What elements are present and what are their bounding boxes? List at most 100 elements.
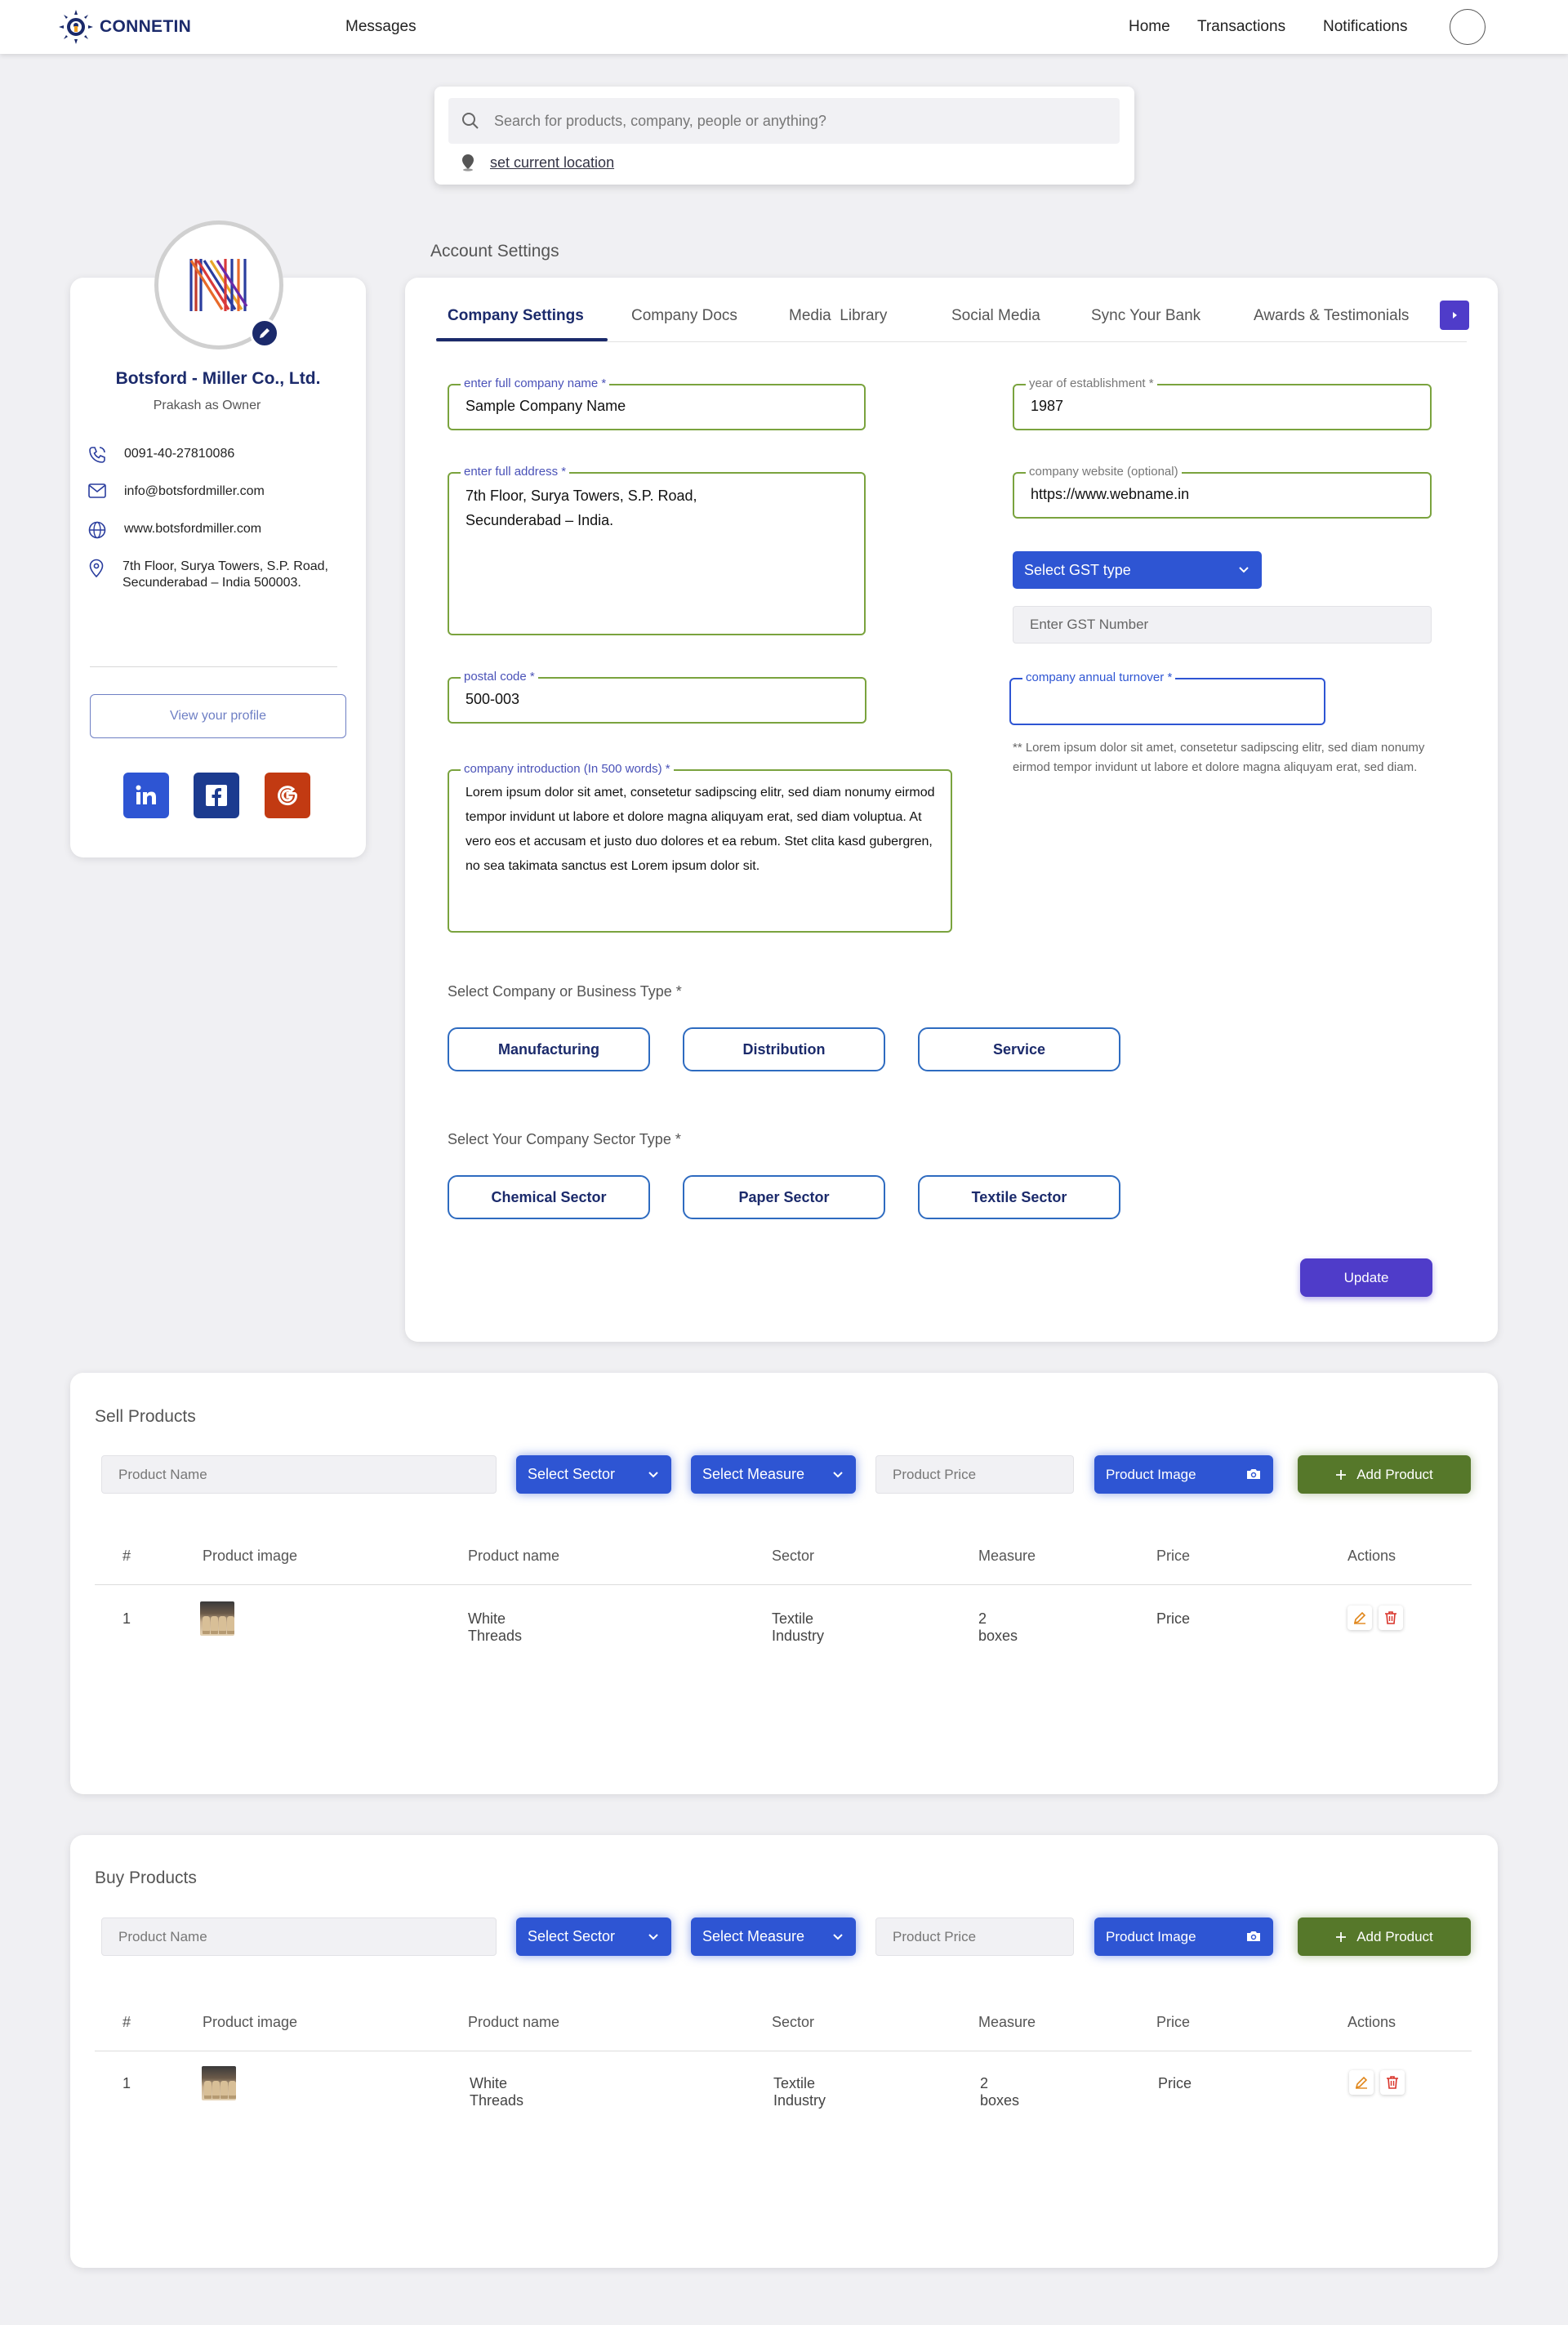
- plus-icon: [1336, 1931, 1347, 1942]
- linkedin-button[interactable]: [123, 773, 169, 818]
- profile-phone: 0091-40-27810086: [88, 446, 234, 464]
- buy-product-image-button[interactable]: Product Image: [1094, 1917, 1273, 1956]
- annual-turnover-field[interactable]: company annual turnover *: [1009, 670, 1325, 725]
- sell-select-sector-label: Select Sector: [528, 1466, 616, 1482]
- buy-row-number: 1: [122, 2075, 131, 2091]
- tab-company-docs[interactable]: Company Docs: [631, 307, 737, 325]
- sell-select-measure-label: Select Measure: [702, 1466, 805, 1482]
- sell-add-product-button[interactable]: Add Product: [1298, 1455, 1471, 1494]
- chevron-right-icon: [1453, 312, 1457, 318]
- gst-type-select[interactable]: Select GST type: [1013, 551, 1262, 589]
- linkedin-icon: [136, 785, 156, 804]
- phone-text: 0091-40-27810086: [124, 447, 235, 461]
- buy-select-measure[interactable]: Select Measure: [691, 1917, 856, 1956]
- profile-email: info@botsfordmiller.com: [88, 483, 265, 500]
- tab-awards-testimonials[interactable]: Awards & Testimonials: [1254, 307, 1409, 325]
- user-avatar[interactable]: [1450, 9, 1486, 45]
- sell-product-image-label: Product Image: [1106, 1466, 1196, 1482]
- address-field[interactable]: enter full address * 7th Floor, Surya To…: [448, 465, 866, 635]
- update-button[interactable]: Update: [1300, 1258, 1432, 1297]
- buy-header-measure: Measure: [978, 2014, 1036, 2030]
- buy-products-title: Buy Products: [95, 1868, 197, 1887]
- sell-row-delete-button[interactable]: [1379, 1606, 1403, 1630]
- facebook-button[interactable]: [194, 773, 239, 818]
- sector-type-paper[interactable]: Paper Sector: [683, 1175, 885, 1219]
- buy-header-sector: Sector: [772, 2014, 815, 2030]
- sell-select-sector[interactable]: Select Sector: [516, 1455, 671, 1494]
- buy-row-edit-button[interactable]: [1349, 2070, 1374, 2095]
- tab-company-settings[interactable]: Company Settings: [448, 307, 584, 325]
- buy-add-product-button[interactable]: Add Product: [1298, 1917, 1471, 1956]
- business-type-service[interactable]: Service: [918, 1027, 1120, 1071]
- company-intro-label: company introduction (In 500 words) *: [461, 762, 674, 776]
- sell-select-measure[interactable]: Select Measure: [691, 1455, 856, 1494]
- profile-divider: [90, 666, 337, 667]
- buy-select-sector-label: Select Sector: [528, 1928, 616, 1944]
- company-intro-field[interactable]: company introduction (In 500 words) * Lo…: [448, 762, 952, 933]
- connetin-logo-icon: [59, 10, 93, 44]
- address-line-1: 7th Floor, Surya Towers, S.P. Road,: [122, 559, 328, 573]
- business-type-manufacturing[interactable]: Manufacturing: [448, 1027, 650, 1071]
- chevron-down-icon: [1239, 567, 1249, 573]
- sector-type-chemical[interactable]: Chemical Sector: [448, 1175, 650, 1219]
- tab-social-media[interactable]: Social Media: [951, 307, 1040, 325]
- nav-messages[interactable]: Messages: [345, 18, 416, 36]
- search-input[interactable]: Search for products, company, people or …: [448, 98, 1120, 144]
- address-value-line-2: Secunderabad – India.: [466, 512, 614, 528]
- company-intro-text: Lorem ipsum dolor sit amet, consetetur s…: [466, 786, 935, 873]
- view-profile-button[interactable]: View your profile: [90, 694, 346, 738]
- buy-select-sector[interactable]: Select Sector: [516, 1917, 671, 1956]
- gst-number-input[interactable]: Enter GST Number: [1013, 606, 1432, 644]
- sell-row-product-name: White Threads: [468, 1610, 523, 1644]
- buy-product-price-input[interactable]: Product Price: [875, 1917, 1074, 1956]
- google-button[interactable]: [265, 773, 310, 818]
- year-establishment-field[interactable]: year of establishment * 1987: [1013, 376, 1432, 430]
- annual-turnover-label: company annual turnover *: [1022, 670, 1176, 684]
- sell-row-sector: Textile Industry: [772, 1610, 825, 1644]
- chevron-down-icon: [833, 1934, 843, 1940]
- company-name-value: Sample Company Name: [466, 398, 626, 414]
- address-label: enter full address *: [461, 465, 570, 479]
- buy-products-card: [70, 1835, 1498, 2268]
- buy-row-product-name: White Threads: [470, 2075, 524, 2109]
- sector-type-textile[interactable]: Textile Sector: [918, 1175, 1120, 1219]
- buy-product-image-label: Product Image: [1106, 1928, 1196, 1944]
- postal-code-field[interactable]: postal code * 500-003: [448, 670, 866, 724]
- buy-row-sector: Textile Industry: [773, 2075, 826, 2109]
- company-name-field[interactable]: enter full company name * Sample Company…: [448, 376, 866, 430]
- tab-sync-bank[interactable]: Sync Your Bank: [1091, 307, 1200, 325]
- nav-notifications[interactable]: Notifications: [1323, 18, 1408, 36]
- nav-home[interactable]: Home: [1129, 18, 1170, 36]
- brand-logo[interactable]: CONNETIN: [57, 8, 191, 46]
- edit-logo-button[interactable]: [250, 318, 279, 348]
- sell-product-image-button[interactable]: Product Image: [1094, 1455, 1273, 1494]
- gst-type-value: Select GST type: [1024, 561, 1131, 578]
- location-icon: [89, 559, 104, 578]
- company-website-field[interactable]: company website (optional) https://www.w…: [1013, 465, 1432, 519]
- address-value-line-1: 7th Floor, Surya Towers, S.P. Road,: [466, 488, 697, 504]
- top-navbar: CONNETIN Messages Home Transactions Noti…: [0, 0, 1568, 54]
- business-type-distribution[interactable]: Distribution: [683, 1027, 885, 1071]
- buy-header-image: Product image: [203, 2014, 298, 2030]
- tab-scroll-right-button[interactable]: [1440, 301, 1469, 330]
- buy-product-name-input[interactable]: Product Name: [101, 1917, 497, 1956]
- trash-icon: [1385, 1611, 1396, 1624]
- email-text[interactable]: info@botsfordmiller.com: [124, 483, 265, 500]
- sell-row-edit-button[interactable]: [1348, 1606, 1372, 1630]
- company-website-value: https://www.webname.in: [1031, 486, 1190, 502]
- search-card: Search for products, company, people or …: [434, 87, 1134, 185]
- sell-products-card: [70, 1373, 1498, 1794]
- chevron-down-icon: [648, 1934, 658, 1940]
- nav-transactions[interactable]: Transactions: [1197, 18, 1285, 36]
- sell-products-title: Sell Products: [95, 1407, 196, 1426]
- tab-media-library[interactable]: Media Library: [789, 307, 887, 325]
- website-text[interactable]: www.botsfordmiller.com: [124, 521, 261, 537]
- sell-product-name-input[interactable]: Product Name: [101, 1455, 497, 1494]
- search-icon: [462, 113, 479, 129]
- set-location-link[interactable]: set current location: [490, 154, 614, 171]
- sell-product-price-input[interactable]: Product Price: [875, 1455, 1074, 1494]
- buy-row-delete-button[interactable]: [1380, 2070, 1405, 2095]
- search-placeholder: Search for products, company, people or …: [494, 112, 826, 129]
- sell-row-measure: 2 boxes: [978, 1610, 1018, 1644]
- profile-website: www.botsfordmiller.com: [88, 521, 261, 539]
